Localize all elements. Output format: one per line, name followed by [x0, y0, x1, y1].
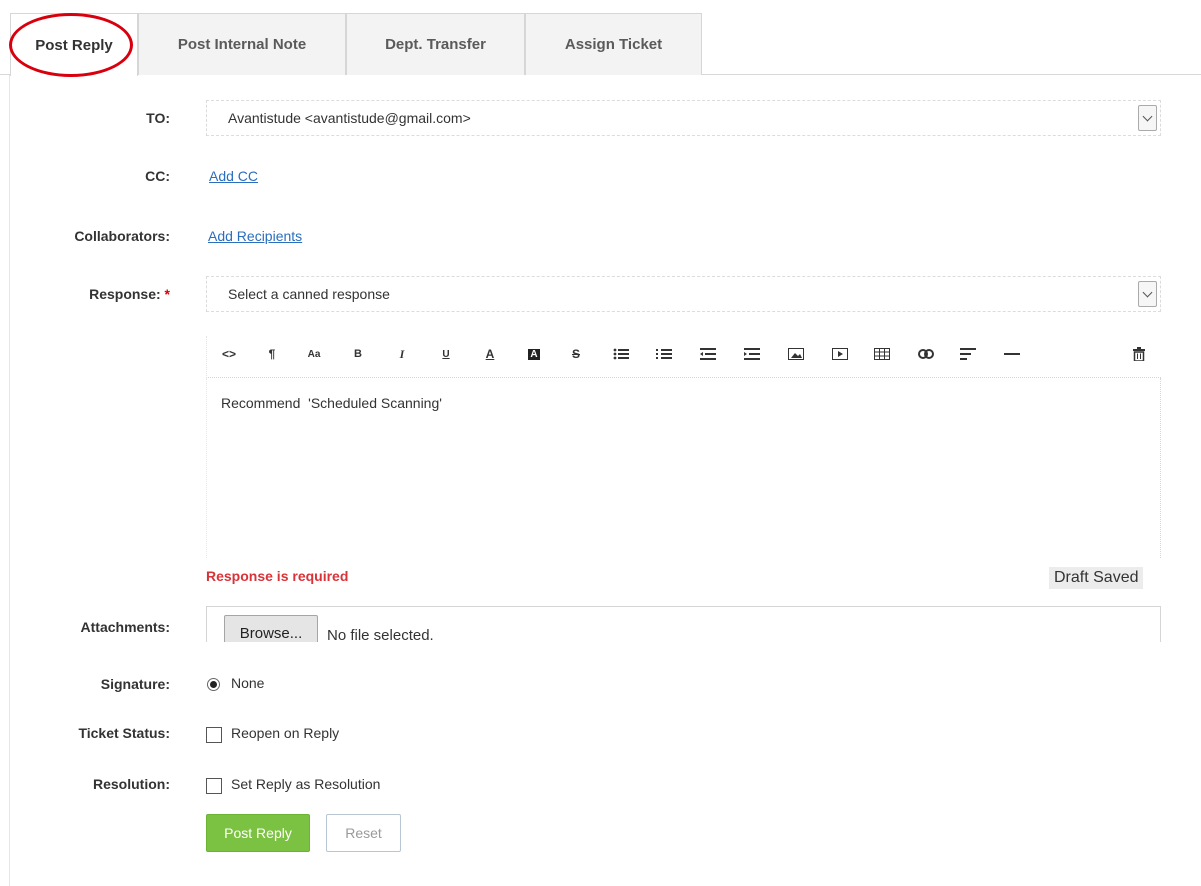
link-icon[interactable]	[915, 345, 937, 363]
bold-icon[interactable]: B	[347, 345, 369, 363]
cc-label: CC:	[145, 168, 170, 184]
tab-dept-transfer[interactable]: Dept. Transfer	[346, 13, 525, 75]
unordered-list-icon[interactable]	[610, 345, 632, 363]
outdent-icon[interactable]	[697, 345, 719, 363]
font-size-icon[interactable]: Aa	[303, 345, 325, 363]
highlight-annotation-ring	[9, 13, 133, 77]
video-icon[interactable]	[829, 345, 851, 363]
ordered-list-icon[interactable]	[653, 345, 675, 363]
chevron-down-icon[interactable]	[1138, 105, 1157, 131]
attachments-field: Browse... No file selected.	[206, 606, 1161, 642]
canned-response-placeholder: Select a canned response	[228, 286, 390, 302]
draft-saved-badge: Draft Saved	[1049, 567, 1144, 589]
background-color-icon[interactable]: A	[523, 345, 545, 363]
response-label: Response: *	[89, 286, 170, 302]
response-error-message: Response is required	[206, 568, 349, 584]
ticket-action-tabs: Post Reply Post Internal Note Dept. Tran…	[0, 0, 1201, 77]
editor-toolbar: <> ¶ Aa B I U A A S	[206, 336, 1161, 378]
table-icon[interactable]	[871, 345, 893, 363]
indent-icon[interactable]	[741, 345, 763, 363]
horizontal-rule-icon[interactable]	[1001, 345, 1023, 363]
reply-editor[interactable]: Recommend 'Scheduled Scanning'	[206, 378, 1161, 558]
response-label-text: Response:	[89, 286, 161, 302]
paragraph-icon[interactable]: ¶	[261, 345, 283, 363]
collaborators-label: Collaborators:	[74, 228, 170, 244]
resolution-label: Resolution:	[93, 776, 170, 792]
signature-none-label: None	[231, 675, 265, 691]
font-color-icon[interactable]: A	[479, 345, 501, 363]
tab-assign-ticket[interactable]: Assign Ticket	[525, 13, 702, 75]
ticket-status-label: Ticket Status:	[78, 725, 170, 741]
chevron-down-icon[interactable]	[1138, 281, 1157, 307]
reopen-on-reply-checkbox[interactable]	[206, 727, 222, 743]
file-status-text: No file selected.	[327, 627, 434, 642]
add-cc-link[interactable]: Add CC	[209, 168, 258, 184]
italic-icon[interactable]: I	[391, 345, 413, 363]
required-marker: *	[164, 286, 170, 302]
reset-button[interactable]: Reset	[326, 814, 401, 852]
set-reply-as-resolution-checkbox[interactable]	[206, 778, 222, 794]
signature-label: Signature:	[100, 676, 170, 692]
code-view-icon[interactable]: <>	[218, 345, 240, 363]
trash-icon[interactable]	[1128, 345, 1150, 363]
image-icon[interactable]	[785, 345, 807, 363]
strikethrough-icon[interactable]: S	[565, 345, 587, 363]
panel-border	[9, 75, 10, 886]
canned-response-select[interactable]: Select a canned response	[206, 276, 1161, 312]
reopen-on-reply-label: Reopen on Reply	[231, 725, 340, 741]
add-recipients-link[interactable]: Add Recipients	[208, 228, 302, 244]
browse-button[interactable]: Browse...	[224, 615, 318, 642]
set-reply-as-resolution-label: Set Reply as Resolution	[231, 776, 381, 792]
to-label: TO:	[146, 110, 170, 126]
tab-post-internal-note[interactable]: Post Internal Note	[138, 13, 346, 75]
to-select[interactable]: Avantistude <avantistude@gmail.com>	[206, 100, 1161, 136]
underline-icon[interactable]: U	[435, 345, 457, 363]
attachments-label: Attachments:	[80, 619, 170, 635]
signature-none-radio[interactable]	[207, 678, 220, 691]
post-reply-button[interactable]: Post Reply	[206, 814, 310, 852]
editor-content: Recommend 'Scheduled Scanning'	[221, 395, 442, 411]
to-select-value: Avantistude <avantistude@gmail.com>	[228, 110, 471, 126]
align-left-icon[interactable]	[957, 345, 979, 363]
